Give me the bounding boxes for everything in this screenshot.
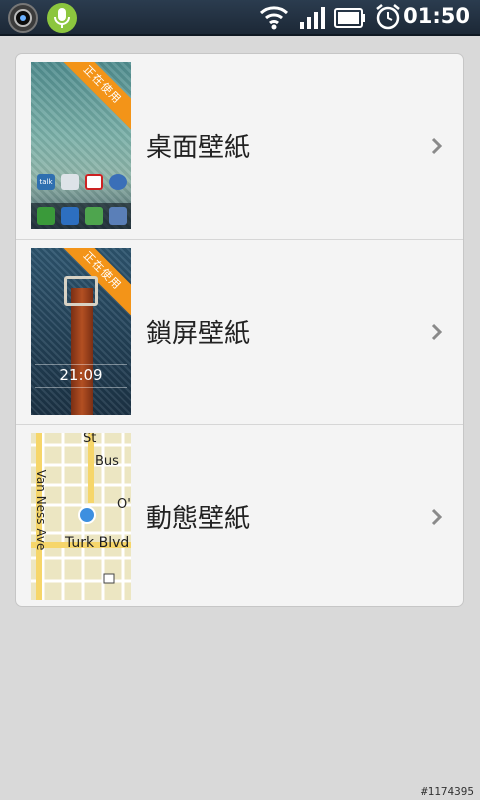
buckle: [64, 276, 98, 306]
status-bar: 01:50: [0, 0, 480, 36]
map-label: Van Ness Ave: [34, 469, 48, 551]
wallpaper-item-live[interactable]: St Bus O' Van Ness Ave Turk Blvd 動態壁紙: [16, 424, 463, 606]
wallpaper-menu-card: 正在使用 talk 桌面壁紙 正在使用 21:09 鎖屏壁紙 St Bus O'…: [15, 53, 464, 607]
talk-app-icon: talk: [37, 174, 55, 190]
live-wallpaper-thumbnail: St Bus O' Van Ness Ave Turk Blvd: [31, 433, 131, 600]
chevron-right-icon: [431, 137, 443, 159]
alarm-icon: [374, 3, 402, 35]
browser-app-icon: [109, 207, 127, 225]
wallpaper-item-label: 動態壁紙: [146, 504, 251, 534]
watermark: #1174395: [421, 785, 474, 798]
messages-app-icon: [85, 207, 103, 225]
wifi-icon: [259, 4, 289, 34]
in-use-badge: 正在使用: [52, 62, 131, 135]
phone-app-icon: [37, 207, 55, 225]
wallpaper-item-label: 桌面壁紙: [146, 133, 251, 163]
map-label: Bus: [95, 454, 119, 469]
wallpaper-item-label: 鎖屏壁紙: [146, 319, 251, 349]
microphone-icon[interactable]: [46, 2, 78, 38]
map-label: St: [83, 433, 97, 446]
map-label: Turk Blvd: [65, 535, 130, 551]
dock-bar: [31, 203, 131, 229]
contacts-app-icon: [61, 207, 79, 225]
search-app-icon: [61, 174, 79, 190]
map-label: O': [117, 497, 131, 512]
lock-bar: [35, 364, 127, 388]
status-time: 01:50: [403, 4, 470, 28]
lockscreen-wallpaper-thumbnail: 正在使用 21:09: [31, 248, 131, 415]
chevron-right-icon: [431, 508, 443, 530]
leather-strap: [71, 288, 93, 415]
chevron-right-icon: [431, 323, 443, 345]
signal-icon: [298, 6, 326, 34]
camera-app-icon[interactable]: [6, 2, 40, 38]
home-wallpaper-thumbnail: 正在使用 talk: [31, 62, 131, 229]
app-icon-row: talk: [37, 174, 127, 192]
wallpaper-item-lockscreen[interactable]: 正在使用 21:09 鎖屏壁紙: [16, 239, 463, 424]
gmail-app-icon: [85, 174, 103, 190]
battery-icon: [334, 8, 366, 32]
settings-app-icon: [109, 174, 127, 190]
wallpaper-item-home[interactable]: 正在使用 talk 桌面壁紙: [16, 54, 463, 239]
